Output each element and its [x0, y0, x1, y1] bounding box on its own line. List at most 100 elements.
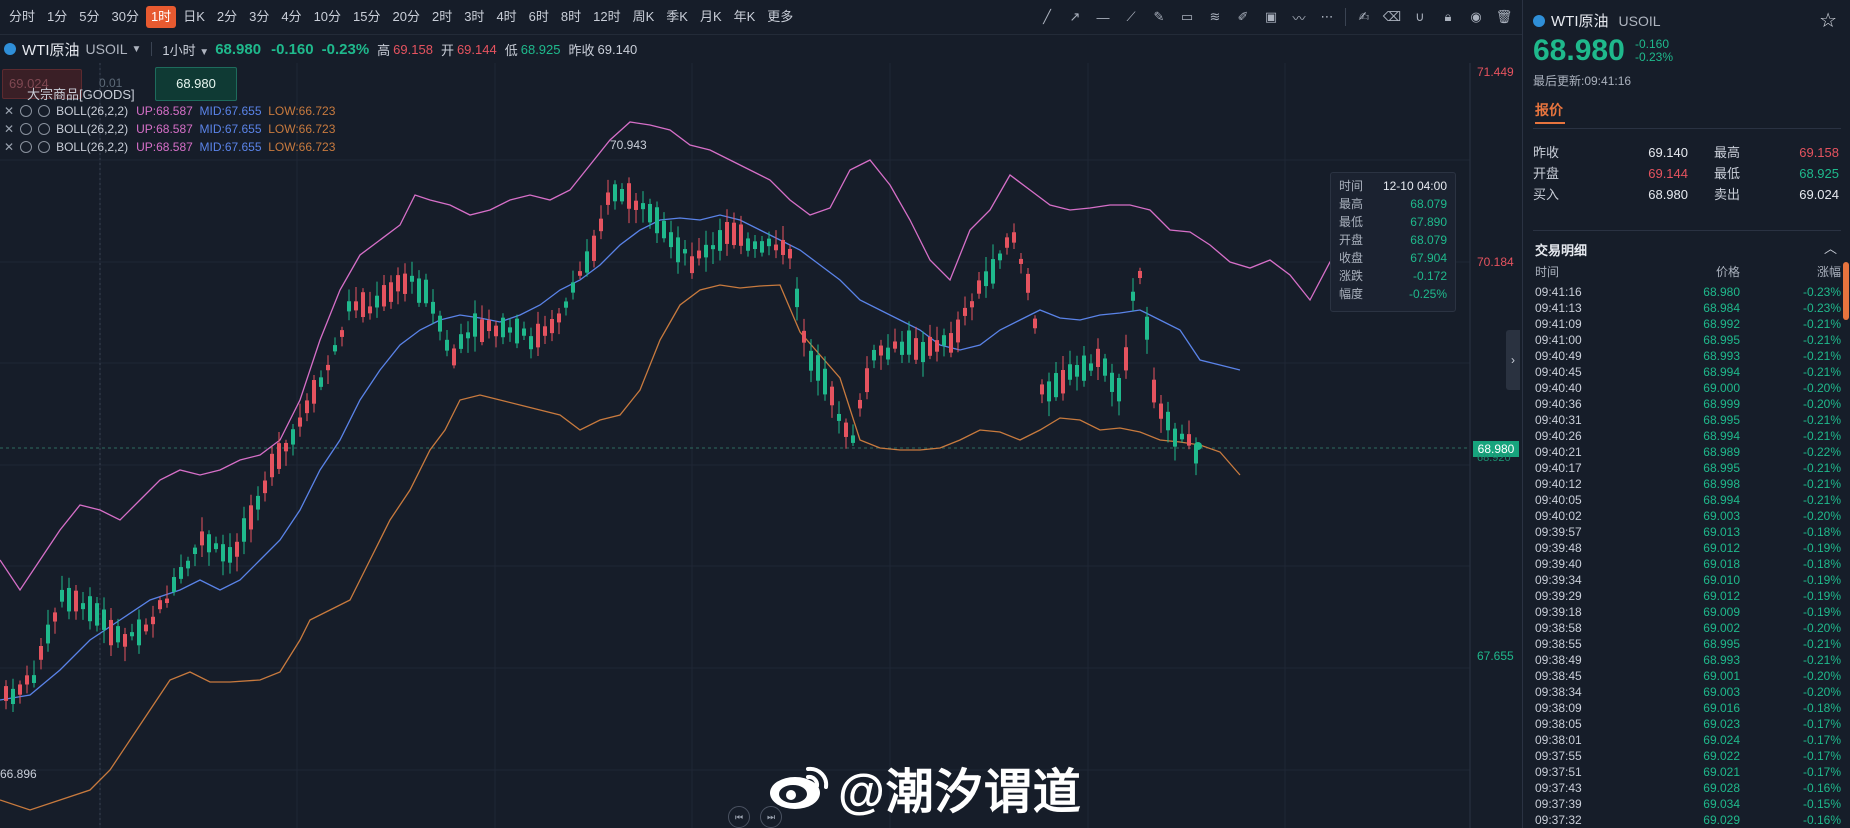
quote-row: 开盘 69.144 最低 68.925 — [1533, 163, 1843, 184]
candle-body — [1180, 433, 1184, 440]
trade-row: 09:39:18 69.009 -0.19% — [1535, 604, 1841, 620]
panel-change: -0.160 -0.23% — [1635, 38, 1673, 64]
period-9[interactable]: 10分 — [309, 6, 346, 28]
measure-icon[interactable]: ▭ — [1177, 7, 1197, 27]
horizontal-line-icon[interactable]: — — [1093, 7, 1113, 27]
trades-header: 时间 价格 涨幅 — [1535, 263, 1841, 280]
candle-body — [823, 368, 827, 395]
eye-icon[interactable] — [38, 105, 51, 117]
close-icon[interactable]: ✕ — [4, 104, 14, 118]
period-14[interactable]: 4时 — [491, 6, 521, 28]
rewind-icon[interactable]: ⏮ — [728, 806, 750, 828]
candle-body — [396, 275, 400, 292]
candle-tooltip: 时间 12-10 04:00 最高 68.079 最低 67.890 开盘 68.079 收盘 6… — [1330, 172, 1456, 312]
interval-selector[interactable]: 1小时 ▼ — [162, 40, 209, 59]
period-4[interactable]: 1时 — [145, 6, 177, 28]
more-dots-icon[interactable]: ⋯ — [1317, 7, 1337, 27]
candle-body — [634, 200, 638, 210]
trend-line-icon[interactable]: ╱ — [1037, 7, 1057, 27]
period-1[interactable]: 1分 — [42, 6, 72, 28]
buy-order-box[interactable]: 68.980 — [155, 67, 237, 101]
period-10[interactable]: 15分 — [348, 6, 385, 28]
candle-body — [893, 341, 897, 349]
settings-icon[interactable] — [20, 123, 33, 135]
tooltip-row: 开盘 68.079 — [1331, 231, 1455, 249]
candle-body — [872, 349, 876, 361]
trade-time: 09:40:17 — [1535, 461, 1582, 475]
star-icon[interactable]: ☆ — [1819, 8, 1837, 33]
period-19[interactable]: 季K — [661, 6, 693, 28]
period-5[interactable]: 日K — [178, 6, 210, 28]
extended-line-icon[interactable]: ⟋ — [1121, 7, 1141, 27]
symbol-flag-icon — [4, 43, 16, 55]
close-icon[interactable]: ✕ — [4, 122, 14, 136]
trade-row: 09:40:45 68.994 -0.21% — [1535, 364, 1841, 380]
settings-icon[interactable] — [20, 105, 33, 117]
candle-body — [592, 235, 596, 261]
candle-body — [130, 632, 134, 637]
eye-icon[interactable]: ◉ — [1466, 7, 1486, 27]
trade-time: 09:38:34 — [1535, 685, 1582, 699]
candle-body — [116, 626, 120, 643]
period-7[interactable]: 3分 — [244, 6, 274, 28]
panel-symbol-code: USOIL — [1618, 12, 1661, 29]
period-0[interactable]: 分时 — [4, 6, 40, 28]
period-16[interactable]: 8时 — [556, 6, 586, 28]
panel-price: 68.980 — [1533, 34, 1625, 67]
lock-icon[interactable]: 🔒︎ — [1438, 7, 1458, 27]
candle-body — [690, 256, 694, 274]
period-3[interactable]: 30分 — [106, 6, 143, 28]
tab-quote[interactable]: 报价 — [1535, 100, 1563, 120]
candle-body — [963, 307, 967, 316]
edit-icon[interactable]: ✍ — [1354, 7, 1374, 27]
period-8[interactable]: 4分 — [276, 6, 306, 28]
period-21[interactable]: 年K — [729, 6, 761, 28]
trade-change: -0.19% — [1802, 605, 1841, 619]
candle-body — [417, 278, 421, 303]
period-22[interactable]: 更多 — [762, 6, 798, 28]
symbol-selector[interactable]: WTI原油 USOIL ▼ — [4, 39, 141, 60]
period-20[interactable]: 月K — [695, 6, 727, 28]
trade-price: 69.022 — [1703, 749, 1740, 763]
indicator-name: BOLL(26,2,2) — [56, 104, 129, 118]
collapse-panel-button[interactable]: › — [1506, 330, 1520, 390]
candle-body — [956, 319, 960, 343]
candle-body — [214, 543, 218, 550]
brush-icon[interactable]: ✐ — [1233, 7, 1253, 27]
eye-icon[interactable] — [38, 123, 51, 135]
close-icon[interactable]: ✕ — [4, 140, 14, 154]
fib-fan-icon[interactable]: ≋ — [1205, 7, 1225, 27]
trade-row: 09:41:09 68.992 -0.21% — [1535, 316, 1841, 332]
candle-body — [1096, 348, 1100, 367]
chevron-up-icon[interactable]: ︿ — [1824, 238, 1837, 257]
candle-body — [46, 624, 50, 644]
pen-icon[interactable]: ✎ — [1149, 7, 1169, 27]
candle-body — [788, 248, 792, 259]
candle-body — [984, 271, 988, 287]
kline-chart[interactable] — [0, 63, 1522, 828]
tooltip-value: 12-10 04:00 — [1382, 179, 1447, 193]
period-2[interactable]: 5分 — [74, 6, 104, 28]
settings-icon[interactable] — [20, 141, 33, 153]
ray-icon[interactable]: ↗ — [1065, 7, 1085, 27]
period-18[interactable]: 周K — [628, 6, 660, 28]
period-6[interactable]: 2分 — [212, 6, 242, 28]
period-17[interactable]: 12时 — [588, 6, 625, 28]
period-13[interactable]: 3时 — [459, 6, 489, 28]
trash-icon[interactable]: 🗑︎ — [1494, 7, 1514, 27]
candle-body — [641, 203, 645, 210]
eye-icon[interactable] — [38, 141, 51, 153]
magnet-icon[interactable]: ∪ — [1410, 7, 1430, 27]
watermark-text: @潮汐谓道 — [838, 766, 1082, 819]
candle-body — [557, 313, 561, 323]
image-icon[interactable]: ▣ — [1261, 7, 1281, 27]
chart-pattern-icon[interactable]: 〰 — [1289, 7, 1309, 27]
boll-mid-value: MID:67.655 — [199, 140, 262, 154]
period-11[interactable]: 20分 — [388, 6, 425, 28]
trade-price: 69.024 — [1703, 733, 1740, 747]
period-15[interactable]: 6时 — [524, 6, 554, 28]
candle-body — [851, 435, 855, 443]
eraser-icon[interactable]: ⌫ — [1382, 7, 1402, 27]
scrollbar[interactable] — [1843, 262, 1849, 320]
period-12[interactable]: 2时 — [427, 6, 457, 28]
